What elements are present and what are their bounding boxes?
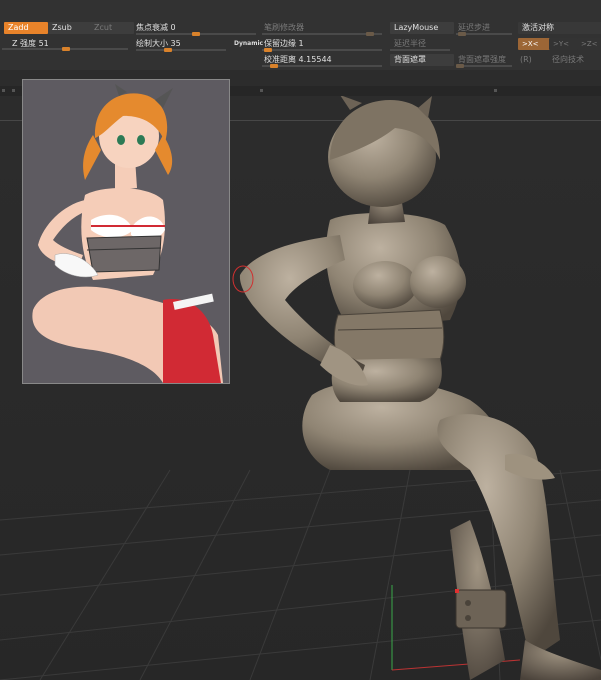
lazy-step-slider[interactable] — [456, 32, 512, 36]
z-intensity-slider[interactable] — [2, 47, 128, 51]
z-intensity-knob[interactable] — [62, 47, 71, 51]
focal-shift-knob[interactable] — [192, 32, 200, 36]
divider-tick — [494, 89, 497, 92]
backface-mask-button[interactable]: 背面遮罩 — [390, 54, 454, 66]
brush-modifier-knob[interactable] — [366, 32, 374, 36]
keep-edges-knob[interactable] — [264, 48, 272, 52]
symmetry-z-button[interactable]: >Z< — [577, 38, 601, 50]
symmetry-y-button[interactable]: >Y< — [549, 38, 579, 50]
lazy-radius-label: 延迟半径 — [394, 39, 426, 48]
draw-size-label: 绘制大小 35 — [136, 39, 181, 48]
backface-mask-intensity-slider[interactable] — [456, 64, 512, 68]
draw-size-knob[interactable] — [163, 48, 172, 52]
zcut-button[interactable]: Zcut — [90, 22, 134, 34]
symmetry-x-button[interactable]: >X< — [518, 38, 552, 50]
zsub-button[interactable]: Zsub — [48, 22, 92, 34]
reference-image[interactable] — [22, 79, 230, 384]
brush-modifier-slider[interactable] — [262, 32, 382, 36]
focal-shift-slider[interactable] — [136, 32, 256, 36]
radial-technique-label: 径向技术 — [552, 55, 584, 64]
calibration-distance-slider[interactable] — [262, 64, 382, 68]
divider-tick — [260, 89, 263, 92]
dynamic-button[interactable]: Dynamic — [234, 38, 263, 49]
lazy-step-knob[interactable] — [457, 32, 466, 36]
lazymouse-button[interactable]: LazyMouse — [390, 22, 454, 34]
radial-r-button[interactable]: (R) — [520, 54, 532, 65]
calibration-distance-knob[interactable] — [270, 64, 278, 68]
activate-symmetry-button[interactable]: 激活对称 — [518, 22, 601, 34]
top-toolbar: Zadd Zsub Zcut Z 强度 51 焦点衰减 0 绘制大小 35 Dy… — [0, 0, 601, 70]
divider-tick — [12, 89, 15, 92]
keep-edges-slider[interactable] — [262, 48, 382, 52]
backface-mask-intensity-label: 背面遮罩强度 — [458, 55, 506, 64]
brush-modifier-label: 笔刷修改器 — [264, 23, 304, 32]
zadd-button[interactable]: Zadd — [4, 22, 48, 34]
draw-size-slider[interactable] — [136, 48, 226, 52]
focal-shift-label: 焦点衰减 0 — [136, 23, 176, 32]
divider-tick — [2, 89, 5, 92]
lazy-radius-slider[interactable] — [390, 49, 450, 51]
backface-mask-intensity-knob[interactable] — [456, 64, 464, 68]
